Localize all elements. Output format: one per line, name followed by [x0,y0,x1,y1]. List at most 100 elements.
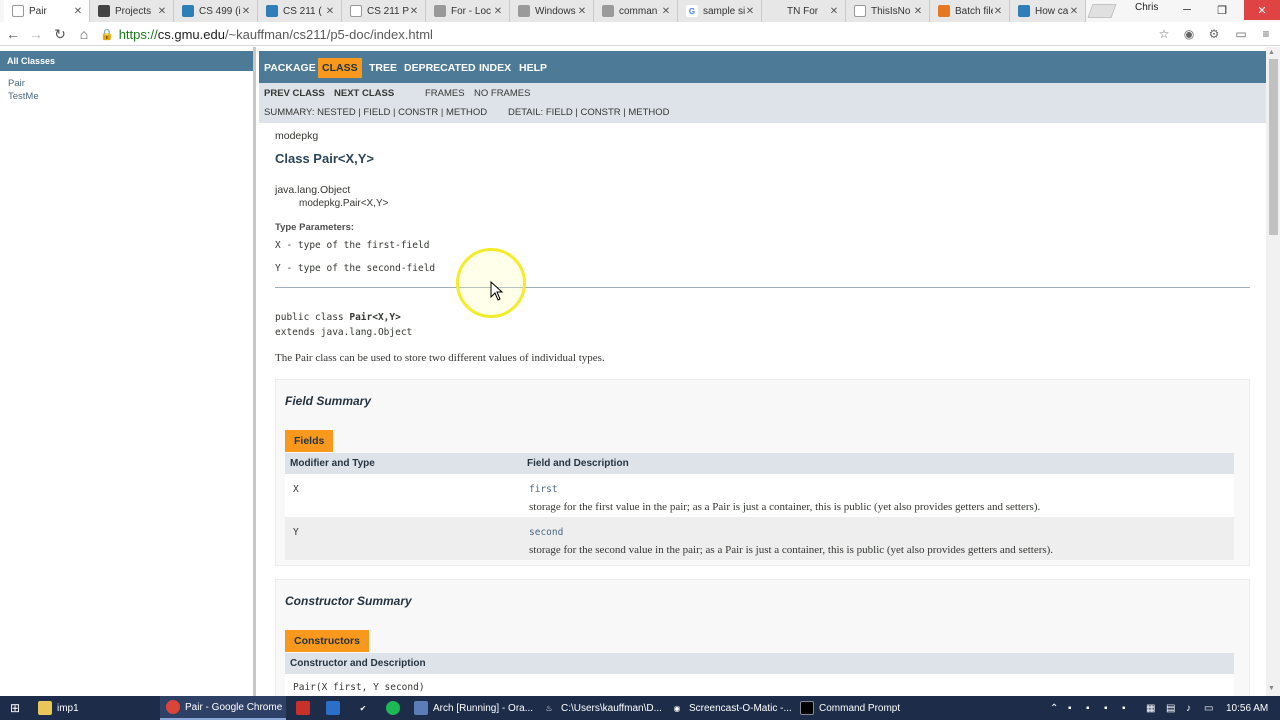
constructors-table-header: Constructor and Description [285,653,1234,674]
constructor-signature-link[interactable]: Pair(X first, Y second) [293,682,425,693]
close-icon[interactable]: ✕ [829,6,839,17]
close-icon[interactable]: ✕ [325,6,335,17]
page-icon [1018,5,1030,17]
no-frames-link[interactable]: NO FRAMES [474,88,530,99]
field-name-link[interactable]: first [529,484,558,495]
taskbar-item-chrome[interactable]: Pair - Google Chrome [160,696,286,720]
class-link-pair[interactable]: Pair [8,78,25,89]
tray-overflow-icon[interactable]: ⌃ [1050,700,1058,716]
extension-icon[interactable]: ◉ [1181,26,1197,42]
tab-command[interactable]: comman ✕ [594,0,678,22]
taskbar-item-virtualbox[interactable]: Arch [Running] - Ora... [408,696,534,720]
close-icon[interactable]: ✕ [745,6,755,17]
prev-class-link[interactable]: PREV CLASS [264,88,325,99]
scrollbar-thumb[interactable] [1269,59,1278,235]
close-icon[interactable]: ✕ [993,6,1003,17]
bookmark-star-icon[interactable]: ☆ [1156,26,1172,42]
tab-for-loop[interactable]: For - Loc ✕ [426,0,510,22]
minimize-icon[interactable]: ─ [1172,0,1202,20]
taskbar-item-command-prompt[interactable]: Command Prompt [794,696,924,720]
start-button[interactable]: ⊞ [2,696,33,720]
tab-sample[interactable]: G sample si ✕ [678,0,762,22]
menu-icon[interactable]: ≡ [1258,26,1274,42]
nav-deprecated[interactable]: DEPRECATED [400,58,480,78]
home-icon[interactable]: ⌂ [75,25,93,43]
close-icon[interactable]: ✕ [241,6,251,17]
volume-icon[interactable]: ♪ [1186,700,1191,716]
profile-name[interactable]: Chris [1135,2,1158,13]
tab-pair[interactable]: Pair ✕ [4,0,90,22]
tab-cs499[interactable]: CS 499 (i ✕ [174,0,258,22]
tab-tn-for[interactable]: TN For ✕ [762,0,846,22]
reload-icon[interactable]: ↻ [51,25,69,43]
class-declaration: public class Pair<X,Y> [275,312,401,323]
frames-link[interactable]: FRAMES [425,88,465,99]
class-link-testme[interactable]: TestMe [8,91,39,102]
new-tab-button[interactable] [1087,4,1117,18]
nav-index[interactable]: INDEX [475,58,515,78]
tab-cs211-p[interactable]: CS 211 P ✕ [342,0,426,22]
tab-title: comman [619,5,658,17]
folder-tray-icon[interactable]: ▤ [1166,700,1175,716]
tab-projects[interactable]: Projects ✕ [90,0,174,22]
taskbar-item-label: imp1 [57,702,79,714]
link-icon [602,5,614,17]
forward-icon[interactable]: → [27,25,45,43]
class-frame: PACKAGE CLASS TREE DEPRECATED INDEX HELP… [259,47,1266,696]
tray-app-icon[interactable]: ▪ [1086,700,1090,716]
close-icon[interactable]: ✕ [1069,6,1079,17]
close-icon[interactable]: ✕ [913,6,923,17]
next-class-link[interactable]: NEXT CLASS [334,88,394,99]
url-path: /~kauffman/cs211/p5-doc/index.html [224,26,433,42]
field-name-link[interactable]: second [529,527,563,538]
scroll-down-icon[interactable]: ▼ [1268,685,1275,692]
tray-app-icon[interactable]: ▪ [1122,700,1126,716]
tray-app-icon[interactable]: ▪ [1068,700,1072,716]
taskbar-item-mail[interactable] [290,696,321,720]
tab-cs211[interactable]: CS 211 ( ✕ [258,0,342,22]
summary-links[interactable]: SUMMARY: NESTED | FIELD | CONSTR | METHO… [264,107,487,118]
taskbar-item-label: Arch [Running] - Ora... [433,702,534,714]
taskbar-item-explorer[interactable]: imp1 [32,696,160,720]
nav-help[interactable]: HELP [515,58,551,78]
window-close-icon[interactable]: ✕ [1244,0,1280,20]
cast-icon[interactable]: ▭ [1233,26,1249,42]
tab-title: Batch file [955,5,993,17]
taskbar-item-tasks[interactable]: ✔ [350,696,381,720]
address-bar[interactable]: 🔒 https:// cs.gmu.edu /~kauffman/cs211/p… [100,25,1176,43]
taskbar-item-music[interactable] [380,696,411,720]
taskbar-item-screencast[interactable]: ◉ Screencast-O-Matic -... [664,696,792,720]
detail-links[interactable]: DETAIL: FIELD | CONSTR | METHOD [508,107,670,118]
vertical-scrollbar[interactable]: ▲ ▼ [1266,47,1280,696]
nav-package[interactable]: PACKAGE [260,58,320,78]
type-params-heading: Type Parameters: [275,222,355,233]
mail-icon [296,701,310,715]
tab-windows[interactable]: Windows ✕ [510,0,594,22]
virtualbox-icon [414,701,428,715]
scroll-up-icon[interactable]: ▲ [1268,49,1275,56]
nav-tree[interactable]: TREE [365,58,401,78]
close-icon[interactable]: ✕ [577,6,587,17]
close-icon[interactable]: ✕ [493,6,503,17]
network-icon[interactable]: ▦ [1146,700,1155,716]
nav-class[interactable]: CLASS [318,58,362,78]
tab-how-can[interactable]: How can ✕ [1010,0,1086,22]
extension-gear-icon[interactable]: ⚙ [1206,26,1222,42]
field-description: storage for the second value in the pair… [529,544,1054,556]
taskbar-item-java[interactable]: ♨ C:\Users\kauffman\D... [536,696,662,720]
tab-batch-file[interactable]: Batch file ✕ [930,0,1010,22]
tab-title: For - Loc [451,5,492,17]
tab-title: ThisIsNo [871,5,911,17]
clock[interactable]: 10:56 AM [1226,700,1268,716]
taskbar-item-editor[interactable] [320,696,351,720]
tab-title: TN For [787,5,819,17]
keyboard-icon[interactable]: ▭ [1204,700,1213,716]
tray-app-icon[interactable]: ▪ [1104,700,1108,716]
back-icon[interactable]: ← [4,25,22,43]
tab-thisisno[interactable]: ThisIsNo ✕ [846,0,930,22]
restore-icon[interactable]: ❐ [1207,0,1237,20]
close-icon[interactable]: ✕ [157,6,167,17]
close-icon[interactable]: ✕ [661,6,671,17]
close-icon[interactable]: ✕ [73,6,83,17]
close-icon[interactable]: ✕ [409,6,419,17]
